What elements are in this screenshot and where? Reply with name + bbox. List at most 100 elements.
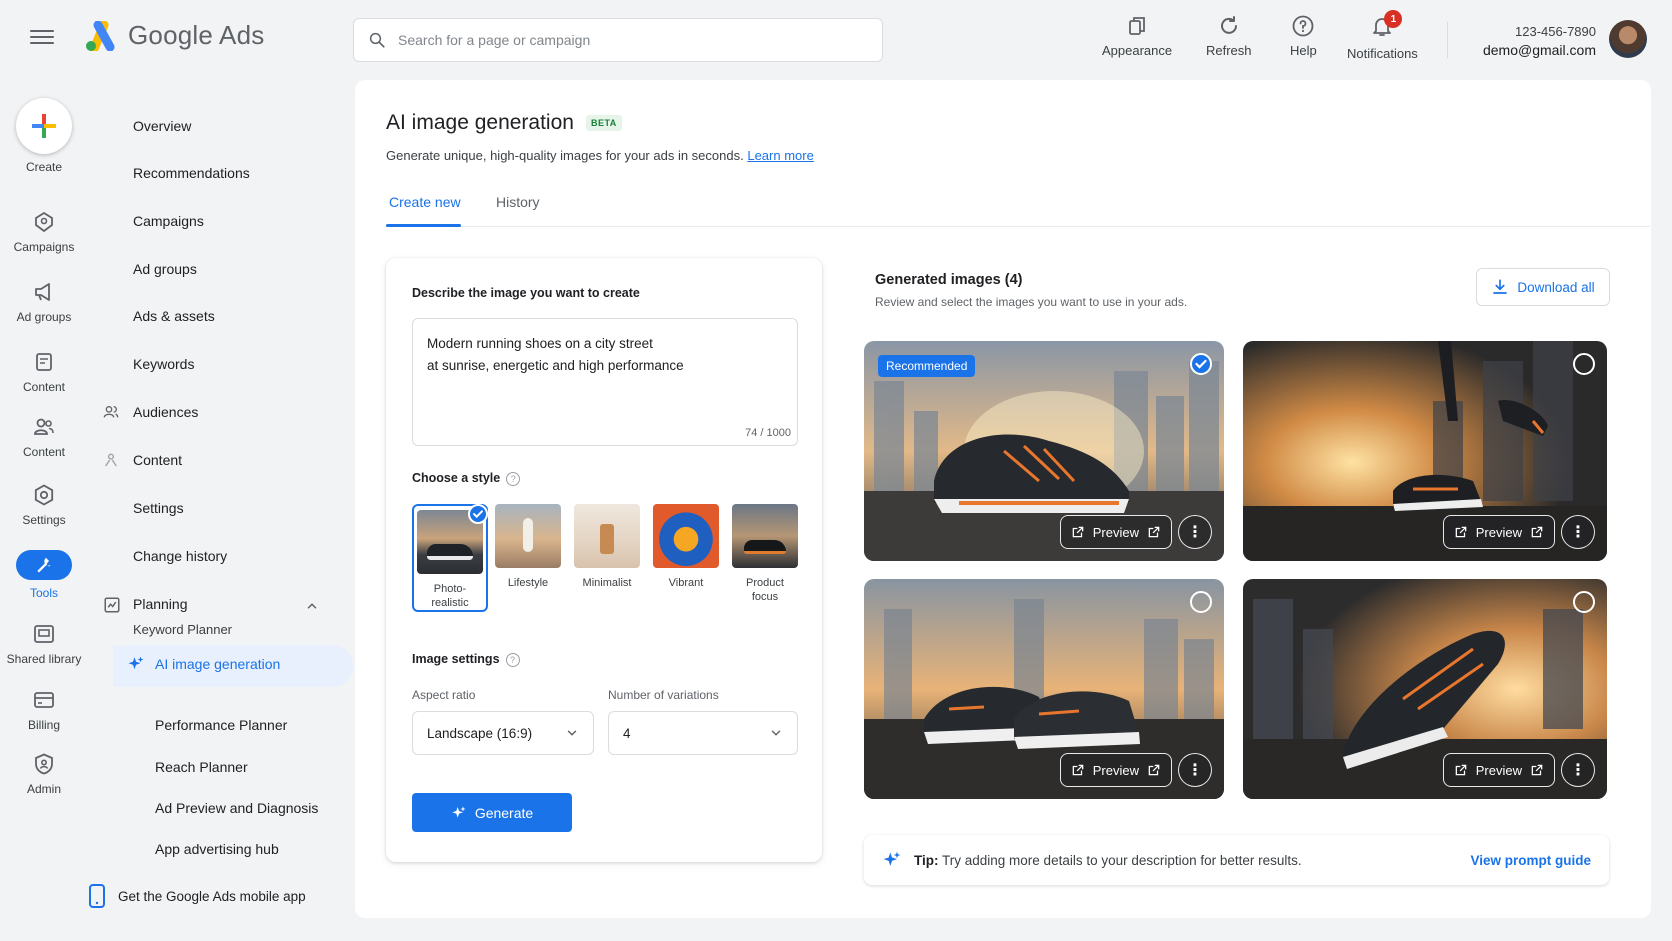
rail-settings[interactable]: Settings (0, 483, 88, 527)
main-menu-icon[interactable] (30, 26, 54, 50)
style-vibrant[interactable]: Vibrant (648, 504, 724, 590)
search-bar[interactable] (353, 18, 883, 62)
generated-image-1[interactable]: Recommended Preview ⋮ (864, 341, 1224, 561)
aspect-ratio-select[interactable]: Landscape (16:9) (412, 711, 594, 755)
style-photo-realistic[interactable]: Photo- realistic (412, 504, 488, 612)
style-product-focus[interactable]: Product focus (727, 504, 803, 604)
wrench-icon (37, 557, 52, 573)
generate-button[interactable]: Generate (412, 793, 572, 832)
nav-ad-groups[interactable]: Ad groups (133, 261, 197, 277)
nav-ai-image-generation-label: AI image generation (155, 656, 281, 672)
download-icon (1493, 279, 1508, 294)
generated-image-3[interactable]: Preview ⋮ (864, 579, 1224, 799)
nav-settings[interactable]: Settings (133, 500, 184, 516)
rail-shared-library[interactable]: Shared library (0, 622, 88, 666)
select-toggle-4[interactable] (1573, 591, 1595, 613)
more-options-button-2[interactable]: ⋮ (1561, 515, 1595, 549)
style-help-icon[interactable]: ? (506, 471, 521, 486)
mobile-app-link[interactable]: Get the Google Ads mobile app (88, 884, 306, 908)
nav-content[interactable]: Content (105, 452, 182, 468)
select-toggle-3[interactable] (1190, 591, 1212, 613)
rail-billing[interactable]: Billing (0, 688, 88, 732)
rail-shared-library-label: Shared library (6, 652, 82, 666)
google-ads-logo-icon (86, 20, 115, 51)
nav-reach-planner[interactable]: Reach Planner (155, 759, 248, 775)
tab-history[interactable]: History (496, 194, 540, 210)
page-title: AI image generation (386, 111, 574, 134)
app-name: Google Ads (128, 20, 265, 50)
nav-ad-preview[interactable]: Ad Preview and Diagnosis (155, 800, 318, 816)
create-button[interactable] (16, 98, 72, 154)
nav-performance-planner[interactable]: Performance Planner (155, 717, 287, 733)
more-vert-icon: ⋮ (1187, 762, 1203, 779)
prompt-input[interactable]: Modern running shoes on a city street at… (427, 333, 783, 423)
megaphone-icon (35, 283, 50, 301)
preview-button-2[interactable]: Preview (1442, 515, 1555, 549)
rail-content[interactable]: Content (0, 415, 88, 459)
view-prompt-guide-link[interactable]: View prompt guide (1470, 853, 1591, 868)
nav-overview[interactable]: Overview (133, 118, 191, 134)
help-label: Help (1290, 43, 1317, 58)
preview-button-1[interactable]: Preview (1059, 515, 1172, 549)
aspect-ratio-label: Aspect ratio (412, 688, 476, 702)
generated-image-2[interactable]: Preview ⋮ (1243, 341, 1607, 561)
help-button[interactable]: Help (1290, 14, 1317, 58)
account-info[interactable]: 123-456-7890 demo@gmail.com (1460, 22, 1596, 60)
nav-recommendations[interactable]: Recommendations (133, 165, 250, 181)
appearance-button[interactable]: Appearance (1102, 14, 1172, 58)
generated-image-4[interactable]: Preview ⋮ (1243, 579, 1607, 799)
check-icon (1195, 359, 1207, 369)
tip-label: Tip: (914, 852, 939, 868)
shoe-shape (427, 544, 473, 560)
style-minimalist[interactable]: Minimalist (569, 504, 645, 590)
open-external-icon (1148, 764, 1160, 776)
prompt-field[interactable]: Modern running shoes on a city street at… (412, 318, 798, 446)
learn-more-link[interactable]: Learn more (747, 148, 813, 163)
nav-app-advertising-hub[interactable]: App advertising hub (155, 841, 279, 857)
nav-ai-image-generation[interactable]: AI image generation (128, 656, 281, 672)
variations-select[interactable]: 4 (608, 711, 798, 755)
nav-planning[interactable]: Planning (104, 596, 319, 613)
more-options-button-1[interactable]: ⋮ (1178, 515, 1212, 549)
settings-help-icon[interactable]: ? (505, 652, 520, 667)
open-external-icon (1072, 764, 1084, 776)
more-options-button-3[interactable]: ⋮ (1178, 753, 1212, 787)
style-label-photo: Photo- realistic (431, 583, 469, 609)
notifications-icon-wrap: 1 (1370, 10, 1403, 41)
preview-button-3[interactable]: Preview (1059, 753, 1172, 787)
nav-ads-assets[interactable]: Ads & assets (133, 308, 215, 324)
nav-keywords[interactable]: Keywords (133, 356, 194, 372)
avatar[interactable] (1609, 20, 1647, 58)
notifications-button[interactable]: 1 Notifications (1347, 10, 1418, 61)
account-phone: 123-456-7890 (1515, 24, 1596, 39)
google-ads-logo[interactable]: Google Ads (84, 20, 264, 51)
tip-body: Try adding more details to your descript… (942, 852, 1302, 868)
rail-campaigns[interactable]: Campaigns (0, 210, 88, 254)
rail-tools[interactable]: Tools (0, 550, 88, 600)
rail-content-docs[interactable]: Content (0, 350, 88, 394)
preview-button-4[interactable]: Preview (1442, 753, 1555, 787)
nav-audiences-label: Audiences (133, 404, 199, 420)
download-all-label: Download all (1517, 279, 1595, 295)
download-all-button[interactable]: Download all (1476, 268, 1610, 306)
nav-audiences[interactable]: Audiences (103, 404, 199, 420)
select-toggle-2[interactable] (1573, 353, 1595, 375)
chevron-up-icon[interactable] (305, 599, 319, 613)
settings-label: Image settings (412, 652, 500, 666)
nav-campaigns[interactable]: Campaigns (133, 213, 204, 229)
open-external-icon (1531, 764, 1543, 776)
open-external-icon (1455, 764, 1467, 776)
tip-text: Tip: Try adding more details to your des… (914, 853, 1302, 868)
refresh-button[interactable]: Refresh (1206, 14, 1252, 58)
search-input[interactable] (398, 32, 838, 48)
more-options-button-4[interactable]: ⋮ (1561, 753, 1595, 787)
style-lifestyle[interactable]: Lifestyle (490, 504, 566, 590)
rail-admin[interactable]: Admin (0, 752, 88, 796)
select-toggle-1[interactable] (1190, 353, 1212, 375)
planning-icon (104, 597, 120, 613)
rail-ad-groups[interactable]: Ad groups (0, 280, 88, 324)
settings-label-row: Image settings? (412, 652, 520, 667)
nav-keyword-planner[interactable]: Keyword Planner (133, 622, 232, 637)
nav-change-history[interactable]: Change history (133, 548, 227, 564)
tab-create-new[interactable]: Create new (389, 194, 461, 210)
